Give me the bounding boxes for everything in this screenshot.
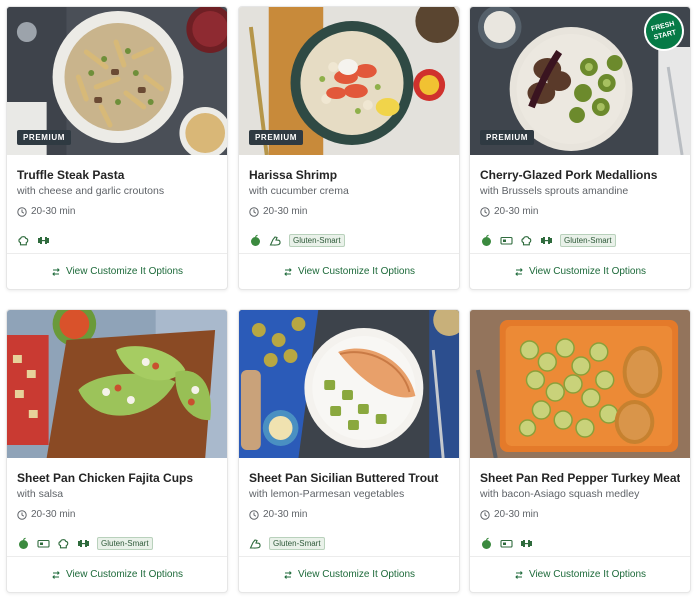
- recipe-title[interactable]: Cherry-Glazed Pork Medallions: [480, 168, 680, 182]
- swap-arrows-icon: [515, 570, 523, 579]
- customize-options-label: View Customize It Options: [65, 266, 184, 277]
- clock-icon: [17, 509, 27, 520]
- sheet-pan-icon: [500, 537, 513, 550]
- customize-options-label: View Customize It Options: [297, 569, 416, 580]
- recipe-card[interactable]: Sheet Pan Red Pepper Turkey Meatloaf wit…: [469, 309, 691, 593]
- chef-hat-icon: [17, 234, 30, 247]
- customize-options-label: View Customize It Options: [528, 569, 647, 580]
- gluten-smart-pill: Gluten-Smart: [97, 536, 153, 550]
- recipe-tags: [480, 536, 680, 550]
- cook-time-label: 20-30 min: [494, 509, 539, 520]
- sheet-pan-icon: [500, 234, 513, 247]
- recipe-subtitle: with salsa: [17, 488, 64, 500]
- customize-options-label: View Customize It Options: [528, 266, 647, 277]
- recipe-photo[interactable]: PREMIUM: [239, 7, 459, 155]
- swap-arrows-icon: [515, 267, 523, 276]
- cook-time-label: 20-30 min: [31, 509, 76, 520]
- recipe-card[interactable]: PREMIUM Truffle Steak Pasta with cheese …: [6, 6, 228, 290]
- apple-icon: [249, 234, 262, 247]
- customize-options-link[interactable]: View Customize It Options: [470, 253, 690, 289]
- apple-icon: [17, 537, 30, 550]
- recipe-card[interactable]: Sheet Pan Sicilian Buttered Trout with l…: [238, 309, 460, 593]
- swap-arrows-icon: [284, 570, 292, 579]
- customize-options-label: View Customize It Options: [297, 266, 416, 277]
- apple-icon: [480, 234, 493, 247]
- recipe-tags: Gluten-Smart: [17, 536, 217, 550]
- meatloaf-dish-image: [470, 310, 690, 458]
- recipe-subtitle: with Brussels sprouts amandine: [480, 185, 629, 197]
- recipe-tags: Gluten-Smart: [249, 536, 449, 550]
- recipe-title[interactable]: Harissa Shrimp: [249, 168, 449, 182]
- recipe-photo[interactable]: PREMIUM: [7, 7, 227, 155]
- recipe-tags: Gluten-Smart: [249, 233, 449, 247]
- recipe-tags: [17, 233, 217, 247]
- recipe-subtitle: with cheese and garlic croutons: [17, 185, 165, 197]
- premium-badge: PREMIUM: [480, 130, 534, 145]
- clock-icon: [480, 206, 490, 217]
- clock-icon: [480, 509, 490, 520]
- cook-time: 20-30 min: [480, 206, 680, 217]
- customize-options-link[interactable]: View Customize It Options: [239, 253, 459, 289]
- gluten-smart-pill: Gluten-Smart: [269, 536, 325, 550]
- trout-dish-image: [239, 310, 459, 458]
- recipe-photo[interactable]: PREMIUM FRESH START: [470, 7, 690, 155]
- swap-arrows-icon: [52, 267, 60, 276]
- recipe-title[interactable]: Sheet Pan Chicken Fajita Cups: [17, 471, 217, 485]
- swap-arrows-icon: [52, 570, 60, 579]
- cook-time-label: 20-30 min: [263, 206, 308, 217]
- cook-time-label: 20-30 min: [31, 206, 76, 217]
- customize-options-link[interactable]: View Customize It Options: [7, 556, 227, 592]
- recipe-card[interactable]: PREMIUM FRESH START Cherry-Glazed Pork M…: [469, 6, 691, 290]
- recipe-photo[interactable]: [470, 310, 690, 458]
- cook-time: 20-30 min: [249, 509, 449, 520]
- customize-options-link[interactable]: View Customize It Options: [239, 556, 459, 592]
- premium-badge: PREMIUM: [249, 130, 303, 145]
- flexed-arm-icon: [269, 234, 282, 247]
- recipe-card[interactable]: PREMIUM Harissa Shrimp with cucumber cre…: [238, 6, 460, 290]
- apple-icon: [480, 537, 493, 550]
- cook-time: 20-30 min: [249, 206, 449, 217]
- fajita-cups-image: [7, 310, 227, 458]
- cook-time: 20-30 min: [17, 206, 217, 217]
- clock-icon: [249, 206, 259, 217]
- swap-arrows-icon: [284, 267, 292, 276]
- recipe-subtitle: with lemon-Parmesan vegetables: [249, 488, 405, 500]
- recipe-photo[interactable]: [7, 310, 227, 458]
- recipe-photo[interactable]: [239, 310, 459, 458]
- dumbbell-icon: [77, 537, 90, 550]
- customize-options-link[interactable]: View Customize It Options: [470, 556, 690, 592]
- cook-time-label: 20-30 min: [263, 509, 308, 520]
- recipe-title[interactable]: Truffle Steak Pasta: [17, 168, 217, 182]
- gluten-smart-pill: Gluten-Smart: [289, 233, 345, 247]
- dumbbell-icon: [520, 537, 533, 550]
- customize-options-label: View Customize It Options: [65, 569, 184, 580]
- dumbbell-icon: [540, 234, 553, 247]
- premium-badge: PREMIUM: [17, 130, 71, 145]
- clock-icon: [17, 206, 27, 217]
- recipe-subtitle: with bacon-Asiago squash medley: [480, 488, 640, 500]
- clock-icon: [249, 509, 259, 520]
- chef-hat-icon: [520, 234, 533, 247]
- recipe-card[interactable]: Sheet Pan Chicken Fajita Cups with salsa…: [6, 309, 228, 593]
- chef-hat-icon: [57, 537, 70, 550]
- cook-time: 20-30 min: [480, 509, 680, 520]
- sheet-pan-icon: [37, 537, 50, 550]
- cook-time-label: 20-30 min: [494, 206, 539, 217]
- dumbbell-icon: [37, 234, 50, 247]
- gluten-smart-pill: Gluten-Smart: [560, 233, 616, 247]
- customize-options-link[interactable]: View Customize It Options: [7, 253, 227, 289]
- recipe-title[interactable]: Sheet Pan Sicilian Buttered Trout: [249, 471, 449, 485]
- recipe-tags: Gluten-Smart: [480, 233, 680, 247]
- cook-time: 20-30 min: [17, 509, 217, 520]
- recipe-subtitle: with cucumber crema: [249, 185, 349, 197]
- recipe-title[interactable]: Sheet Pan Red Pepper Turkey Meatloaf: [480, 471, 680, 485]
- flexed-arm-icon: [249, 537, 262, 550]
